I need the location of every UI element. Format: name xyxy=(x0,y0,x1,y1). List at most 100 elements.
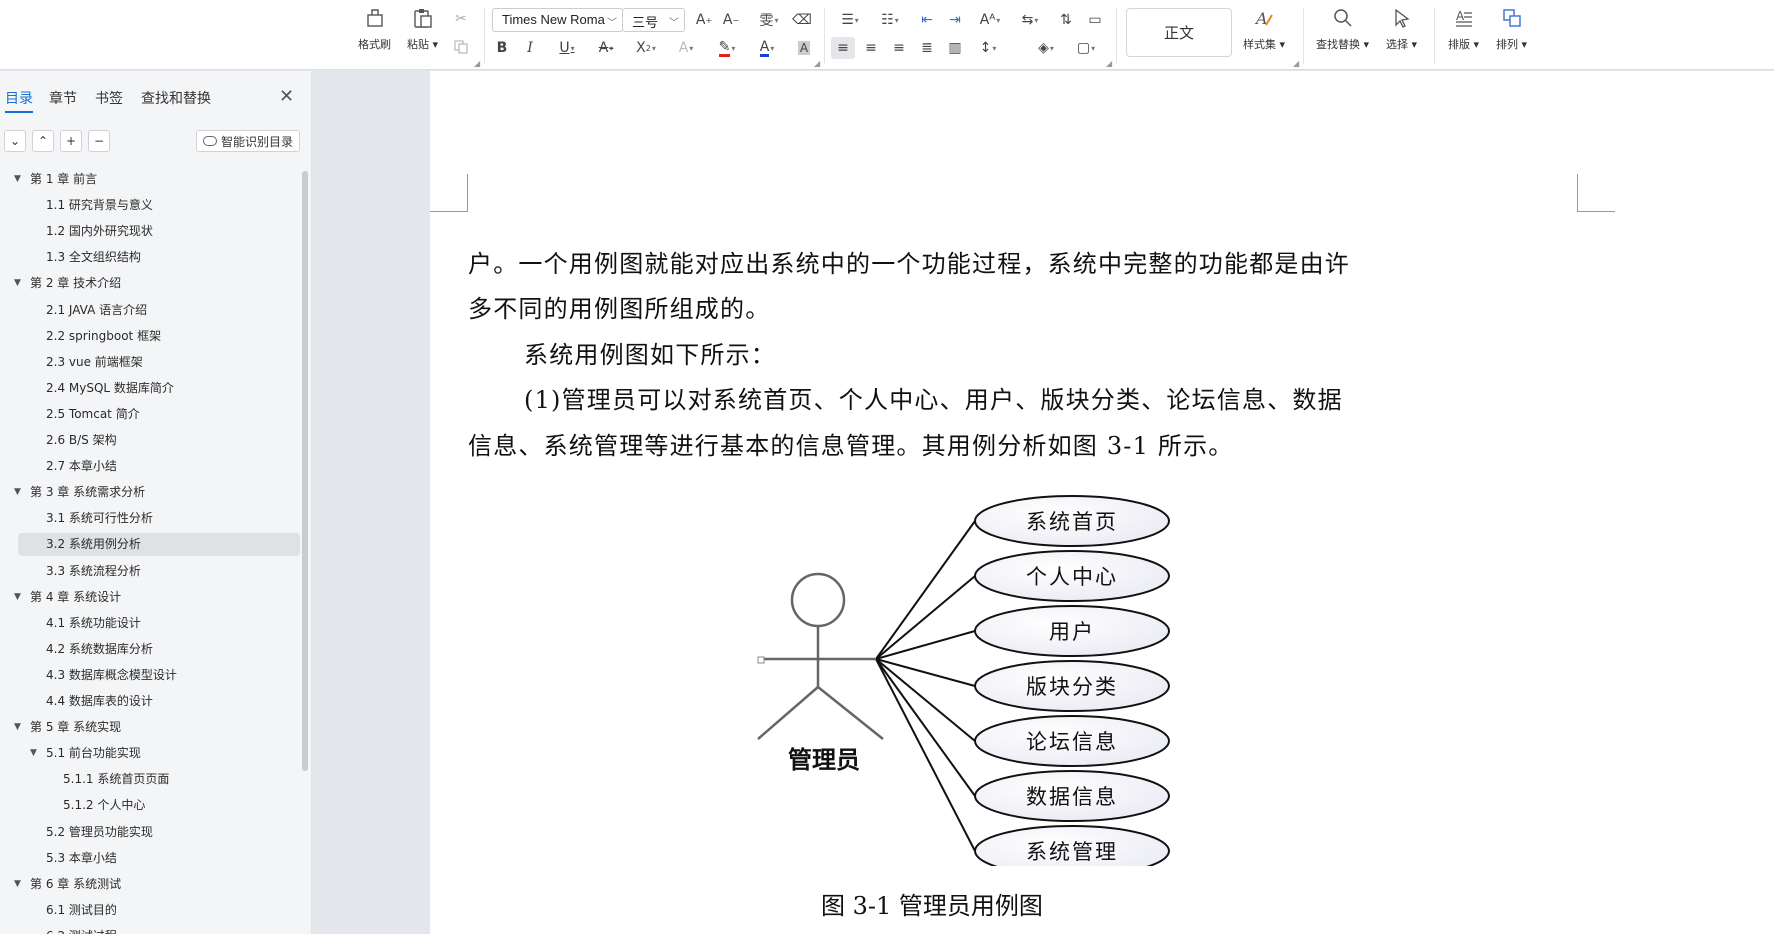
char-shading-icon[interactable]: A xyxy=(792,37,816,59)
find-replace-button[interactable]: 查找替换 ▾ xyxy=(1316,6,1369,58)
styles-launcher-icon[interactable]: ◢ xyxy=(1293,59,1299,68)
tab-bookmarks[interactable]: 书签 xyxy=(95,88,123,108)
expand-triangle-icon[interactable]: ▼ xyxy=(14,586,21,609)
strikethrough-icon[interactable]: A ▾ xyxy=(590,37,622,59)
expand-triangle-icon[interactable]: ▼ xyxy=(14,168,21,191)
line-spacing-icon[interactable]: ↕ ▾ xyxy=(972,37,1004,59)
align-center-icon[interactable]: ≡ xyxy=(859,37,883,59)
collapse-all-button[interactable]: ⌄ xyxy=(4,130,26,152)
close-icon[interactable]: ✕ xyxy=(279,86,294,107)
toc-item[interactable]: 4.4 数据库表的设计 xyxy=(0,690,302,713)
toc-item[interactable]: 2.2 springboot 框架 xyxy=(0,325,302,348)
toc-item[interactable]: 1.3 全文组织结构 xyxy=(0,246,302,269)
font-color-icon[interactable]: A ▾ xyxy=(750,37,784,59)
toc-item[interactable]: 4.1 系统功能设计 xyxy=(0,612,302,635)
text-effect-icon[interactable]: A ▾ xyxy=(670,37,702,59)
use-case-oval[interactable]: 系统首页 xyxy=(974,495,1170,547)
expand-up-button[interactable]: ⌃ xyxy=(32,130,54,152)
expand-triangle-icon[interactable]: ▼ xyxy=(14,716,21,739)
toc-item[interactable]: ▼ 第 4 章 系统设计 xyxy=(0,586,302,609)
toc-item[interactable]: 2.7 本章小结 xyxy=(0,455,302,478)
cut-icon[interactable]: ✂ xyxy=(449,8,473,30)
toc-item[interactable]: 1.1 研究背景与意义 xyxy=(0,194,302,217)
sort-icon[interactable]: ⇅ xyxy=(1054,9,1078,31)
select-button[interactable]: 选择 ▾ xyxy=(1386,6,1417,58)
toc-item[interactable]: 2.5 Tomcat 简介 xyxy=(0,403,302,426)
align-right-icon[interactable]: ≡ xyxy=(887,37,911,59)
style-normal-preview[interactable]: 正文 xyxy=(1126,8,1232,57)
clear-format-icon[interactable]: ⌫ xyxy=(790,9,814,31)
toc-item[interactable]: 6.2 测试过程 xyxy=(0,925,302,934)
toc-item[interactable]: 3.2 系统用例分析 xyxy=(18,533,300,557)
indent-icon[interactable]: ⇥ xyxy=(943,9,967,31)
superscript-icon[interactable]: X 2 ▾ xyxy=(629,37,663,59)
highlight-icon[interactable]: ✎ ▾ xyxy=(710,37,744,59)
outdent-icon[interactable]: ⇤ xyxy=(915,9,939,31)
format-painter-button[interactable]: 格式刷 xyxy=(358,6,391,58)
toc-item[interactable]: 5.2 管理员功能实现 xyxy=(0,821,302,844)
toc-item[interactable]: 5.1.1 系统首页页面 xyxy=(0,768,302,791)
toc-item[interactable]: 4.3 数据库概念模型设计 xyxy=(0,664,302,687)
toc-item[interactable]: 4.2 系统数据库分析 xyxy=(0,638,302,661)
justify-icon[interactable]: ≣ xyxy=(915,37,939,59)
add-heading-button[interactable]: + xyxy=(60,130,82,152)
toc-item[interactable]: 5.1.2 个人中心 xyxy=(0,794,302,817)
paragraph-launcher-icon[interactable]: ◢ xyxy=(1106,59,1112,68)
expand-triangle-icon[interactable]: ▼ xyxy=(30,742,37,765)
toc-item[interactable]: ▼ 5.1 前台功能实现 xyxy=(0,742,302,765)
increase-font-icon[interactable]: A + xyxy=(692,9,716,31)
expand-triangle-icon[interactable]: ▼ xyxy=(14,481,21,504)
show-marks-icon[interactable]: ▭ xyxy=(1083,9,1107,31)
phonetic-icon[interactable]: 雯 ▾ xyxy=(752,9,786,31)
clipboard-launcher-icon[interactable]: ◢ xyxy=(474,59,480,68)
use-case-oval[interactable]: 数据信息 xyxy=(974,770,1170,822)
style-set-button[interactable]: A 样式集 ▾ xyxy=(1243,6,1285,58)
use-case-oval[interactable]: 个人中心 xyxy=(974,550,1170,602)
remove-heading-button[interactable]: − xyxy=(88,130,110,152)
expand-triangle-icon[interactable]: ▼ xyxy=(14,272,21,295)
toc-item[interactable]: 2.6 B/S 架构 xyxy=(0,429,302,452)
expand-triangle-icon[interactable]: ▼ xyxy=(14,873,21,896)
toc-item[interactable]: ▼ 第 3 章 系统需求分析 xyxy=(0,481,302,504)
smart-toc-button[interactable]: 智能识别目录 xyxy=(196,130,300,152)
toc-item[interactable]: 2.4 MySQL 数据库简介 xyxy=(0,377,302,400)
font-size-select[interactable]: 三号 ﹀ xyxy=(622,8,685,32)
use-case-oval[interactable]: 用户 xyxy=(974,605,1170,657)
toc-item[interactable]: ▼ 第 5 章 系统实现 xyxy=(0,716,302,739)
use-case-diagram[interactable]: 管理员 系统首页个人中心用户版块分类论坛信息数据信息系统管理 xyxy=(630,476,1170,866)
change-case-icon[interactable]: Aᴬ ▾ xyxy=(974,9,1006,31)
distribute-icon[interactable]: ▥ xyxy=(943,37,967,59)
toc-item[interactable]: ▼ 第 2 章 技术介绍 xyxy=(0,272,302,295)
tab-find-replace[interactable]: 查找和替换 xyxy=(141,88,211,108)
numbering-icon[interactable]: ☷ ▾ xyxy=(874,9,906,31)
tab-chapters[interactable]: 章节 xyxy=(49,88,77,108)
nav-scrollbar[interactable] xyxy=(302,171,308,771)
use-case-oval[interactable]: 系统管理 xyxy=(974,825,1170,866)
toc-item[interactable]: 1.2 国内外研究现状 xyxy=(0,220,302,243)
italic-icon[interactable]: I xyxy=(518,37,542,59)
shading-icon[interactable]: ◈ ▾ xyxy=(1030,37,1062,59)
toc-item[interactable]: ▼ 第 6 章 系统测试 xyxy=(0,873,302,896)
font-name-select[interactable]: Times New Roma ﹀ xyxy=(492,8,623,32)
text-direction-icon[interactable]: ⇆ ▾ xyxy=(1014,9,1046,31)
border-icon[interactable]: ▢ ▾ xyxy=(1070,37,1102,59)
toc-item[interactable]: 2.1 JAVA 语言介绍 xyxy=(0,299,302,322)
use-case-oval[interactable]: 论坛信息 xyxy=(974,715,1170,767)
copy-icon[interactable] xyxy=(449,36,473,58)
decrease-font-icon[interactable]: A − xyxy=(719,9,743,31)
underline-icon[interactable]: U ▾ xyxy=(551,37,583,59)
toc-item[interactable]: 6.1 测试目的 xyxy=(0,899,302,922)
align-left-icon[interactable]: ≡ xyxy=(831,37,855,59)
toc-item[interactable]: 5.3 本章小结 xyxy=(0,847,302,870)
font-launcher-icon[interactable]: ◢ xyxy=(814,59,820,68)
toc-item[interactable]: 3.1 系统可行性分析 xyxy=(0,507,302,530)
layout-button[interactable]: A 排版 ▾ xyxy=(1448,6,1479,58)
paste-button[interactable]: 粘贴 ▾ xyxy=(407,6,438,58)
arrange-button[interactable]: 排列 ▾ xyxy=(1496,6,1527,58)
toc-item[interactable]: 2.3 vue 前端框架 xyxy=(0,351,302,374)
bold-icon[interactable]: B xyxy=(490,37,514,59)
tab-toc[interactable]: 目录 xyxy=(5,88,33,113)
use-case-oval[interactable]: 版块分类 xyxy=(974,660,1170,712)
bullets-icon[interactable]: ☰ ▾ xyxy=(834,9,866,31)
toc-item[interactable]: ▼ 第 1 章 前言 xyxy=(0,168,302,191)
